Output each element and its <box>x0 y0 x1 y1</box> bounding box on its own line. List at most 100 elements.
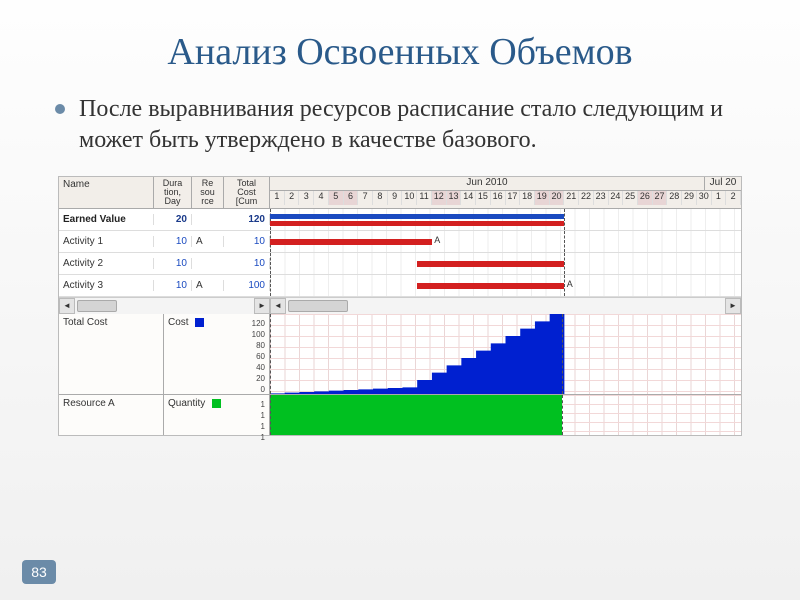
gantt-bar <box>417 261 564 267</box>
row-name: Activity 2 <box>59 258 154 269</box>
gantt-area <box>270 209 741 230</box>
gantt-bar <box>417 283 564 289</box>
row-duration: 20 <box>154 214 192 225</box>
day-cell: 2 <box>285 191 300 205</box>
day-cell: 10 <box>402 191 417 205</box>
cost-y-axis: 120100806040200 <box>252 318 265 395</box>
bullet-item: После выравнивания ресурсов расписание с… <box>55 94 745 156</box>
day-cell: 4 <box>314 191 329 205</box>
month-label-jun: Jun 2010 <box>270 177 705 190</box>
row-duration: 10 <box>154 258 192 269</box>
page-number-badge: 83 <box>22 560 56 584</box>
cost-chart <box>270 314 741 394</box>
resource-section-label: Resource A <box>59 395 164 435</box>
day-cell: 8 <box>373 191 388 205</box>
day-cell: 9 <box>388 191 403 205</box>
col-header-name: Name <box>59 177 154 208</box>
slide: Анализ Освоенных Объемов После выравнива… <box>0 0 800 600</box>
day-cell: 24 <box>609 191 624 205</box>
resource-legend-swatch <box>212 399 221 408</box>
col-header-duration: Dura tion, Day <box>154 177 192 208</box>
table-row: Earned Value 20 120 <box>59 209 741 231</box>
table-row: Activity 3 10 A 100 A <box>59 275 741 297</box>
scroll-track[interactable] <box>75 298 254 314</box>
scroll-thumb[interactable] <box>288 300 348 312</box>
cost-legend-text: Cost <box>168 317 189 328</box>
vline-end <box>562 314 563 394</box>
row-name: Earned Value <box>59 214 154 225</box>
day-cell: 22 <box>579 191 594 205</box>
bullet-text: После выравнивания ресурсов расписание с… <box>79 94 745 156</box>
day-cell: 25 <box>623 191 638 205</box>
resource-section: Resource A Quantity 1111 <box>59 394 741 435</box>
scroll-thumb[interactable] <box>77 300 117 312</box>
row-duration: 10 <box>154 280 192 291</box>
day-cell: 21 <box>564 191 579 205</box>
resource-legend-text: Quantity <box>168 398 205 409</box>
row-duration: 10 <box>154 236 192 247</box>
day-cell: 20 <box>550 191 565 205</box>
scroll-right-icon[interactable]: ► <box>725 298 741 314</box>
day-cell: 12 <box>432 191 447 205</box>
day-cell: 26 <box>638 191 653 205</box>
row-name: Activity 3 <box>59 280 154 291</box>
day-cell: 6 <box>344 191 359 205</box>
row-resource: A <box>192 236 224 247</box>
resource-y-axis: 1111 <box>261 399 265 443</box>
month-label-jul: Jul 20 <box>705 177 741 190</box>
day-cell: 2 <box>726 191 741 205</box>
scroll-track[interactable] <box>286 298 725 314</box>
timeline-header: Jun 2010 Jul 20 123456789101112131415161… <box>270 177 741 208</box>
row-name: Activity 1 <box>59 236 154 247</box>
gantt-area: A <box>270 275 741 296</box>
cost-legend-swatch <box>195 318 204 327</box>
gantt-area: A <box>270 231 741 252</box>
gantt-rows: Earned Value 20 120 Activity 1 10 A 10 A… <box>59 209 741 297</box>
cost-section-label: Total Cost <box>59 314 164 394</box>
gantt-bar <box>270 239 432 245</box>
day-cell: 7 <box>358 191 373 205</box>
row-resource: A <box>192 280 224 291</box>
day-cell: 16 <box>491 191 506 205</box>
gantt-area <box>270 253 741 274</box>
resource-legend: Quantity 1111 <box>164 395 270 435</box>
table-row: Activity 2 10 10 <box>59 253 741 275</box>
gantt-bar <box>270 221 564 226</box>
gantt-panel: Name Dura tion, Day Re sou rce Total Cos… <box>58 176 742 436</box>
day-cell: 19 <box>535 191 550 205</box>
day-cell: 17 <box>506 191 521 205</box>
scrollbar: ◄ ► ◄ ► <box>59 297 741 313</box>
row-cost: 10 <box>224 258 270 269</box>
vline-end <box>562 395 563 435</box>
scroll-left-icon[interactable]: ◄ <box>59 298 75 314</box>
day-cell: 29 <box>682 191 697 205</box>
day-cell: 18 <box>520 191 535 205</box>
day-cell: 5 <box>329 191 344 205</box>
day-cell: 13 <box>447 191 462 205</box>
cost-area-icon <box>270 314 741 394</box>
day-cell: 30 <box>697 191 712 205</box>
resource-bar <box>270 395 562 435</box>
vline-start <box>270 395 271 435</box>
day-cell: 28 <box>667 191 682 205</box>
day-scale: 1234567891011121314151617181920212223242… <box>270 191 741 205</box>
day-cell: 27 <box>653 191 668 205</box>
row-cost: 120 <box>224 214 270 225</box>
vline-start <box>270 314 271 394</box>
cost-section: Total Cost Cost 120100806040200 <box>59 313 741 394</box>
gantt-bar <box>270 214 564 219</box>
table-row: Activity 1 10 A 10 A <box>59 231 741 253</box>
table-header: Name Dura tion, Day Re sou rce Total Cos… <box>59 177 741 209</box>
day-cell: 15 <box>476 191 491 205</box>
bar-end-label: A <box>567 279 573 289</box>
resource-chart <box>270 395 741 435</box>
day-cell: 14 <box>461 191 476 205</box>
bar-end-label: A <box>434 235 440 245</box>
day-cell: 11 <box>417 191 432 205</box>
day-cell: 3 <box>299 191 314 205</box>
scroll-left-icon[interactable]: ◄ <box>270 298 286 314</box>
bullet-dot-icon <box>55 104 65 114</box>
day-cell: 23 <box>594 191 609 205</box>
col-header-resource: Re sou rce <box>192 177 224 208</box>
scroll-right-icon[interactable]: ► <box>254 298 270 314</box>
